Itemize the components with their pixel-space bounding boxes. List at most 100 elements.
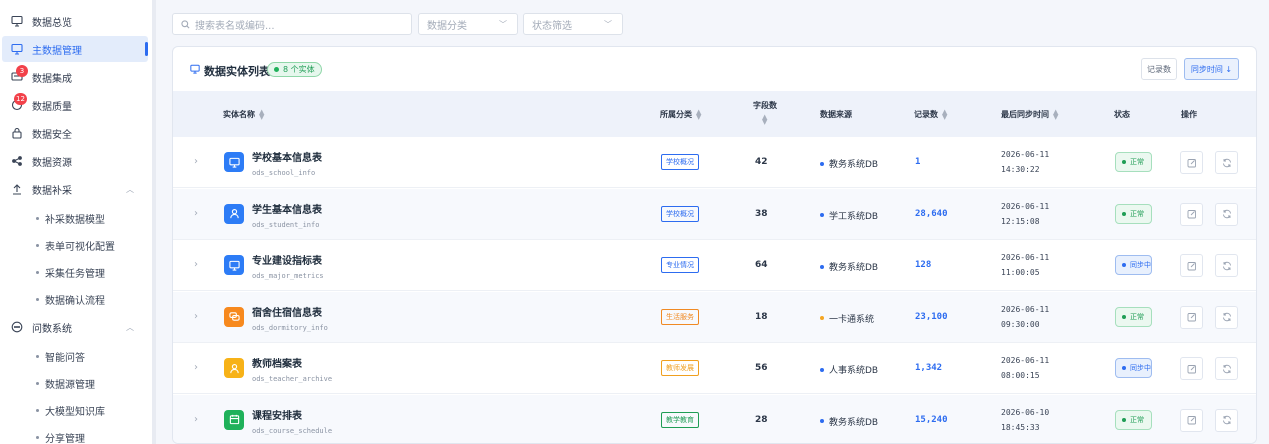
entity-name[interactable]: 学生基本信息表: [252, 201, 322, 216]
table-cell: 课程安排表 ods_course_schedule: [252, 407, 332, 435]
table-cell: 宿舍住宿信息表 ods_dormitory_info: [252, 304, 328, 332]
sidebar-item-overview[interactable]: 数据总览: [2, 8, 148, 34]
sidebar-item-quality[interactable]: 12 数据质量: [2, 92, 148, 118]
sidebar-item-integration[interactable]: 3 数据集成: [2, 64, 148, 90]
share-icon: [11, 155, 23, 167]
table-row[interactable]: › 课程安排表 ods_course_schedule 教学教育 28 教务系统DB 15,…: [173, 394, 1256, 443]
chevron-up-icon: ︿: [126, 184, 134, 194]
data-source: 一卡通系统: [820, 312, 874, 325]
entity-name[interactable]: 专业建设指标表: [252, 252, 322, 267]
sync-button[interactable]: [1215, 254, 1238, 277]
entity-name[interactable]: 宿舍住宿信息表: [252, 304, 322, 319]
field-count: 38: [755, 208, 768, 219]
sidebar-item-label: 数据补采: [32, 185, 72, 197]
edit-button[interactable]: [1180, 151, 1203, 174]
edit-button[interactable]: [1180, 202, 1203, 226]
entity-code: ods_major_metrics: [252, 272, 324, 280]
sync-button[interactable]: [1215, 408, 1238, 432]
sidebar-item-resources[interactable]: 数据资源: [2, 148, 148, 174]
record-count: 128: [915, 260, 932, 270]
table-row[interactable]: › 学生基本信息表 ods_student_info 学校概况 38 学工系统DB 28,6…: [173, 188, 1256, 240]
table-cell: 教师档案表 ods_teacher_archive: [252, 355, 332, 383]
monitor-icon: [11, 15, 23, 27]
table-cell: 教师发展: [661, 360, 699, 376]
table-row[interactable]: › 专业建设指标表 ods_major_metrics 专业情况 64 教务系统DB 128…: [173, 240, 1256, 291]
table-cell: 教学教育: [661, 411, 699, 428]
table-cell: 正常: [1115, 203, 1152, 224]
expand-row-chevron-icon[interactable]: ›: [194, 362, 198, 373]
category-tag: 教师发展: [661, 360, 699, 376]
field-count: 18: [755, 311, 768, 322]
table-row[interactable]: › 教师档案表 ods_teacher_archive 教师发展 56 人事系统DB 1,3…: [173, 343, 1256, 394]
source-dot: [820, 161, 824, 166]
table-header: 实体名称 ▲ ▼ 所属分类 ▲ ▼ 字段数 ▲ ▼ 数据来源 记录数 ▲ ▼ 最后同步时间 ▲ ▼ …: [173, 91, 1256, 137]
column-header-source: 数据来源: [820, 110, 852, 119]
sidebar-subitem[interactable]: 补采数据模型: [36, 211, 105, 226]
expand-row-chevron-icon[interactable]: ›: [194, 259, 198, 270]
table-row[interactable]: › 学校基本信息表 ods_school_info 学校概况 42 教务系统DB 1 2026…: [173, 137, 1256, 188]
sidebar-item-label: 数据安全: [32, 129, 72, 141]
sidebar-subitem[interactable]: 采集任务管理: [36, 265, 105, 280]
expand-row-chevron-icon[interactable]: ›: [194, 311, 198, 322]
sidebar-subitem[interactable]: 表单可视化配置: [36, 238, 115, 253]
sync-button[interactable]: [1215, 305, 1238, 329]
table-cell: 学校基本信息表 ods_school_info: [252, 149, 322, 177]
table-cell: [1180, 408, 1203, 432]
table-row[interactable]: › 宿舍住宿信息表 ods_dormitory_info 生活服务 18 一卡通系统 23,…: [173, 291, 1256, 343]
entity-code: ods_course_schedule: [252, 426, 333, 435]
sidebar-subitem[interactable]: 分享管理: [36, 430, 85, 444]
sort-by-sync-time-button[interactable]: 同步时间 ↓: [1184, 58, 1239, 80]
active-indicator: [145, 42, 148, 56]
sidebar-subitem[interactable]: 大模型知识库: [36, 403, 105, 418]
expand-row-chevron-icon[interactable]: ›: [194, 414, 198, 425]
integration-icon: 3: [11, 65, 28, 83]
edit-icon: [1187, 158, 1196, 167]
sidebar-item-qa-system[interactable]: 问数系统 ︿: [2, 314, 148, 340]
edit-icon: [1187, 210, 1196, 219]
sidebar-subitem[interactable]: 数据确认流程: [36, 292, 105, 307]
table-cell: 生活服务: [661, 308, 699, 325]
sidebar-item-label: 数据资源: [32, 157, 72, 169]
edit-button[interactable]: [1180, 408, 1203, 432]
entity-name[interactable]: 学校基本信息表: [252, 149, 322, 164]
sidebar-item-supplement[interactable]: 数据补采 ︿: [2, 176, 148, 202]
table-cell: [1215, 151, 1238, 174]
sidebar-item-security[interactable]: 数据安全: [2, 120, 148, 146]
record-count: 1: [915, 157, 921, 167]
field-count: 28: [755, 414, 768, 425]
sync-button[interactable]: [1215, 151, 1238, 174]
sort-by-records-button[interactable]: 记录数: [1141, 58, 1177, 80]
column-header-records[interactable]: 记录数 ▲ ▼: [914, 107, 948, 121]
edit-button[interactable]: [1180, 357, 1203, 380]
entity-name[interactable]: 课程安排表: [252, 407, 302, 422]
column-header-name[interactable]: 实体名称 ▲ ▼: [223, 108, 265, 120]
search-input[interactable]: 搜索表名或编码...: [172, 13, 412, 35]
sidebar-scrollbar[interactable]: [152, 0, 156, 444]
entity-count-badge: 8 个实体: [267, 62, 322, 77]
edit-button[interactable]: [1180, 254, 1203, 277]
sidebar-item-master-data[interactable]: 主数据管理: [2, 36, 148, 62]
sync-button[interactable]: [1215, 357, 1238, 380]
source-dot: [820, 264, 824, 269]
entity-name[interactable]: 教师档案表: [252, 355, 302, 370]
column-header-fields[interactable]: 字段数 ▲ ▼: [753, 100, 777, 126]
data-source: 教务系统DB: [820, 157, 878, 170]
calendar-icon: [224, 409, 244, 430]
edit-button[interactable]: [1180, 305, 1203, 329]
sidebar-subitem[interactable]: 智能问答: [36, 349, 85, 364]
column-header-category[interactable]: 所属分类 ▲ ▼: [660, 108, 702, 120]
status-select[interactable]: 状态筛选 ﹀: [523, 13, 623, 35]
category-select[interactable]: 数据分类 ﹀: [418, 13, 518, 35]
sort-icon: ▲ ▼: [942, 107, 948, 121]
table-cell: 专业建设指标表 ods_major_metrics: [252, 252, 324, 280]
data-source: 学工系统DB: [820, 209, 878, 222]
notification-badge: 12: [14, 93, 27, 105]
card-title: 数据实体列表: [204, 65, 270, 78]
table-cell: [1215, 254, 1238, 277]
column-header-last-sync[interactable]: 最后同步时间 ▲ ▼: [1001, 108, 1059, 120]
sidebar-subitem[interactable]: 数据源管理: [36, 376, 95, 391]
record-count: 28,640: [915, 208, 948, 219]
expand-row-chevron-icon[interactable]: ›: [194, 208, 198, 219]
sync-button[interactable]: [1215, 202, 1238, 226]
expand-row-chevron-icon[interactable]: ›: [194, 156, 198, 167]
